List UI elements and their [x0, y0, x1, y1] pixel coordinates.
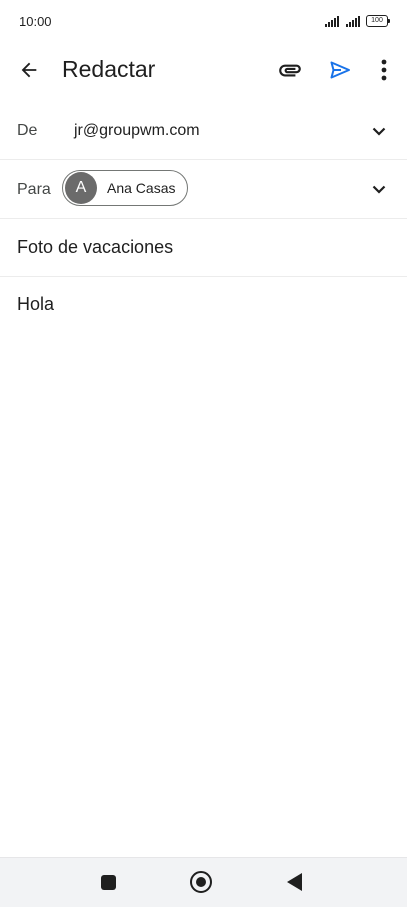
app-bar: Redactar: [0, 44, 407, 96]
attachment-icon[interactable]: [274, 54, 306, 86]
more-vert-icon[interactable]: [368, 54, 400, 86]
home-circle-icon[interactable]: [190, 871, 212, 893]
status-bar: 10:00 100: [0, 0, 407, 44]
page-title: Redactar: [62, 56, 156, 82]
battery-icon: 100: [366, 15, 390, 27]
from-label: De: [17, 122, 38, 139]
recipient-chip[interactable]: A Ana Casas: [62, 170, 188, 206]
from-row[interactable]: De jr@groupwm.com: [0, 102, 407, 160]
navigation-bar: [0, 857, 407, 907]
recents-square-icon[interactable]: [101, 875, 116, 890]
to-row[interactable]: Para A Ana Casas: [0, 160, 407, 219]
recipient-name: Ana Casas: [107, 180, 176, 196]
chevron-down-icon[interactable]: [367, 119, 391, 143]
back-triangle-icon[interactable]: [287, 873, 302, 891]
from-address: jr@groupwm.com: [74, 122, 200, 139]
subject-row[interactable]: Foto de vacaciones: [0, 219, 407, 277]
back-arrow-icon[interactable]: [13, 54, 45, 86]
chevron-down-icon[interactable]: [367, 177, 391, 201]
status-icons: 100: [325, 14, 390, 28]
signal-icon: [325, 15, 339, 27]
status-time: 10:00: [19, 14, 52, 29]
avatar: A: [65, 172, 97, 204]
send-icon[interactable]: [324, 54, 356, 86]
signal-icon: [346, 15, 360, 27]
subject-field[interactable]: Foto de vacaciones: [17, 237, 173, 258]
to-label: Para: [17, 181, 51, 198]
body-field[interactable]: Hola: [17, 294, 54, 315]
